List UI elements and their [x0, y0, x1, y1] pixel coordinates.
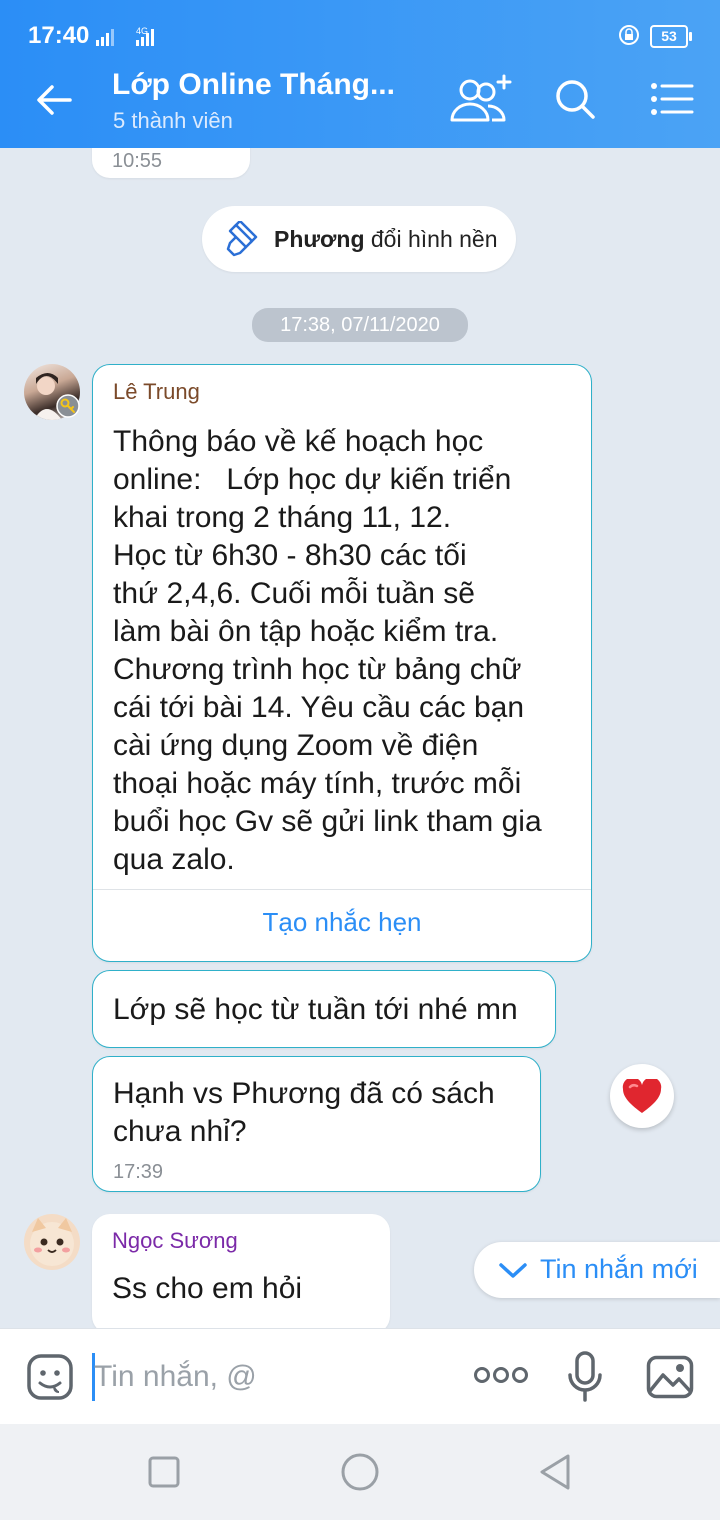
message-time: 10:55: [112, 150, 163, 172]
recent-apps-icon[interactable]: [148, 1456, 180, 1488]
sender-name: Ngọc Sương: [112, 1228, 238, 1253]
previous-message-bubble[interactable]: 10:55: [92, 148, 250, 178]
message-bubble[interactable]: Hạnh vs Phương đã có sách chưa nhỉ? 17:3…: [92, 1056, 541, 1192]
image-gallery-icon[interactable]: [646, 1355, 694, 1399]
chevron-down-icon: [499, 1263, 527, 1278]
back-icon[interactable]: [538, 1453, 572, 1491]
status-bar: 17:40 4G 53: [0, 0, 720, 52]
message-text: Hạnh vs Phương đã có sách chưa nhỉ?: [113, 1075, 495, 1151]
chat-title[interactable]: Lớp Online Tháng...: [112, 68, 395, 102]
heart-icon: [622, 1079, 662, 1113]
message-bubble-announcement[interactable]: Lê Trung Thông báo về kế hoạch học onlin…: [92, 364, 592, 962]
avatar[interactable]: [24, 1214, 80, 1270]
sender-name: Lê Trung: [113, 379, 200, 404]
microphone-icon[interactable]: [566, 1351, 604, 1403]
date-chip: 17:38, 07/11/2020: [252, 308, 468, 342]
notice-user-name: Phương: [274, 226, 365, 252]
new-messages-label: Tin nhắn mới: [540, 1254, 698, 1284]
message-input[interactable]: [94, 1355, 454, 1399]
member-count[interactable]: 5 thành viên: [113, 108, 233, 134]
notice-text: đổi hình nền: [364, 226, 498, 252]
reaction-button[interactable]: [610, 1064, 674, 1128]
chat-area[interactable]: 10:55 Phương đổi hình nền 17:38, 07/11/2…: [0, 148, 720, 1328]
message-line: qua zalo.: [113, 843, 235, 876]
message-line: Hạnh vs Phương đã có sách: [113, 1077, 495, 1110]
message-line: Chương trình học từ bảng chữ: [113, 653, 522, 686]
message-line: cái tới bài 14. Yêu cầu các bạn: [113, 691, 525, 724]
message-line: Học từ 6h30 - 8h30 các tối: [113, 539, 467, 572]
message-line: Thông báo về kế hoạch học: [113, 425, 484, 458]
more-options-icon[interactable]: [474, 1365, 528, 1385]
message-line: khai trong 2 tháng 11, 12.: [113, 501, 452, 534]
home-icon[interactable]: [340, 1452, 380, 1492]
status-time: 17:40: [28, 22, 90, 49]
lock-rotation-icon: [619, 25, 639, 45]
system-notice: Phương đổi hình nền: [202, 206, 516, 272]
message-line: thoại hoặc máy tính, trước mỗi: [113, 767, 522, 800]
message-line: buổi học Gv sẽ gửi link tham gia: [113, 805, 542, 838]
message-line: thứ 2,4,6. Cuối mỗi tuần sẽ: [113, 577, 475, 610]
paint-brush-icon: [226, 221, 258, 257]
message-line: online: Lớp học dự kiến triển: [113, 463, 512, 496]
sticker-emoji-icon[interactable]: [26, 1353, 74, 1401]
create-reminder-button[interactable]: Tạo nhắc hẹn: [93, 907, 591, 938]
message-text: Lớp sẽ học từ tuần tới nhé mn: [113, 993, 518, 1026]
message-bubble[interactable]: Lớp sẽ học từ tuần tới nhé mn: [92, 970, 556, 1048]
battery-indicator: 53: [650, 25, 692, 48]
message-line: cài ứng dụng Zoom về điện: [113, 729, 479, 762]
signal-icon: 4G: [96, 26, 154, 46]
message-text: Ss cho em hỏi: [112, 1272, 303, 1305]
message-bubble[interactable]: Ngọc Sương Ss cho em hỏi: [92, 1214, 390, 1328]
message-time: 17:39: [113, 1161, 164, 1183]
message-line: chưa nhỉ?: [113, 1115, 247, 1148]
search-icon[interactable]: [554, 78, 596, 120]
add-member-icon[interactable]: [448, 72, 514, 128]
message-composer: [0, 1328, 720, 1425]
back-arrow-icon[interactable]: [34, 80, 74, 120]
system-navigation-bar: [0, 1424, 720, 1520]
divider: [93, 889, 591, 890]
message-text: Thông báo về kế hoạch học online: Lớp họ…: [113, 423, 583, 879]
message-line: làm bài ôn tập hoặc kiểm tra.: [113, 615, 499, 648]
admin-key-badge-icon: [56, 394, 80, 418]
menu-list-icon[interactable]: [650, 82, 694, 116]
new-messages-button[interactable]: Tin nhắn mới: [474, 1242, 720, 1298]
chat-header: Lớp Online Tháng... 5 thành viên: [0, 52, 720, 148]
